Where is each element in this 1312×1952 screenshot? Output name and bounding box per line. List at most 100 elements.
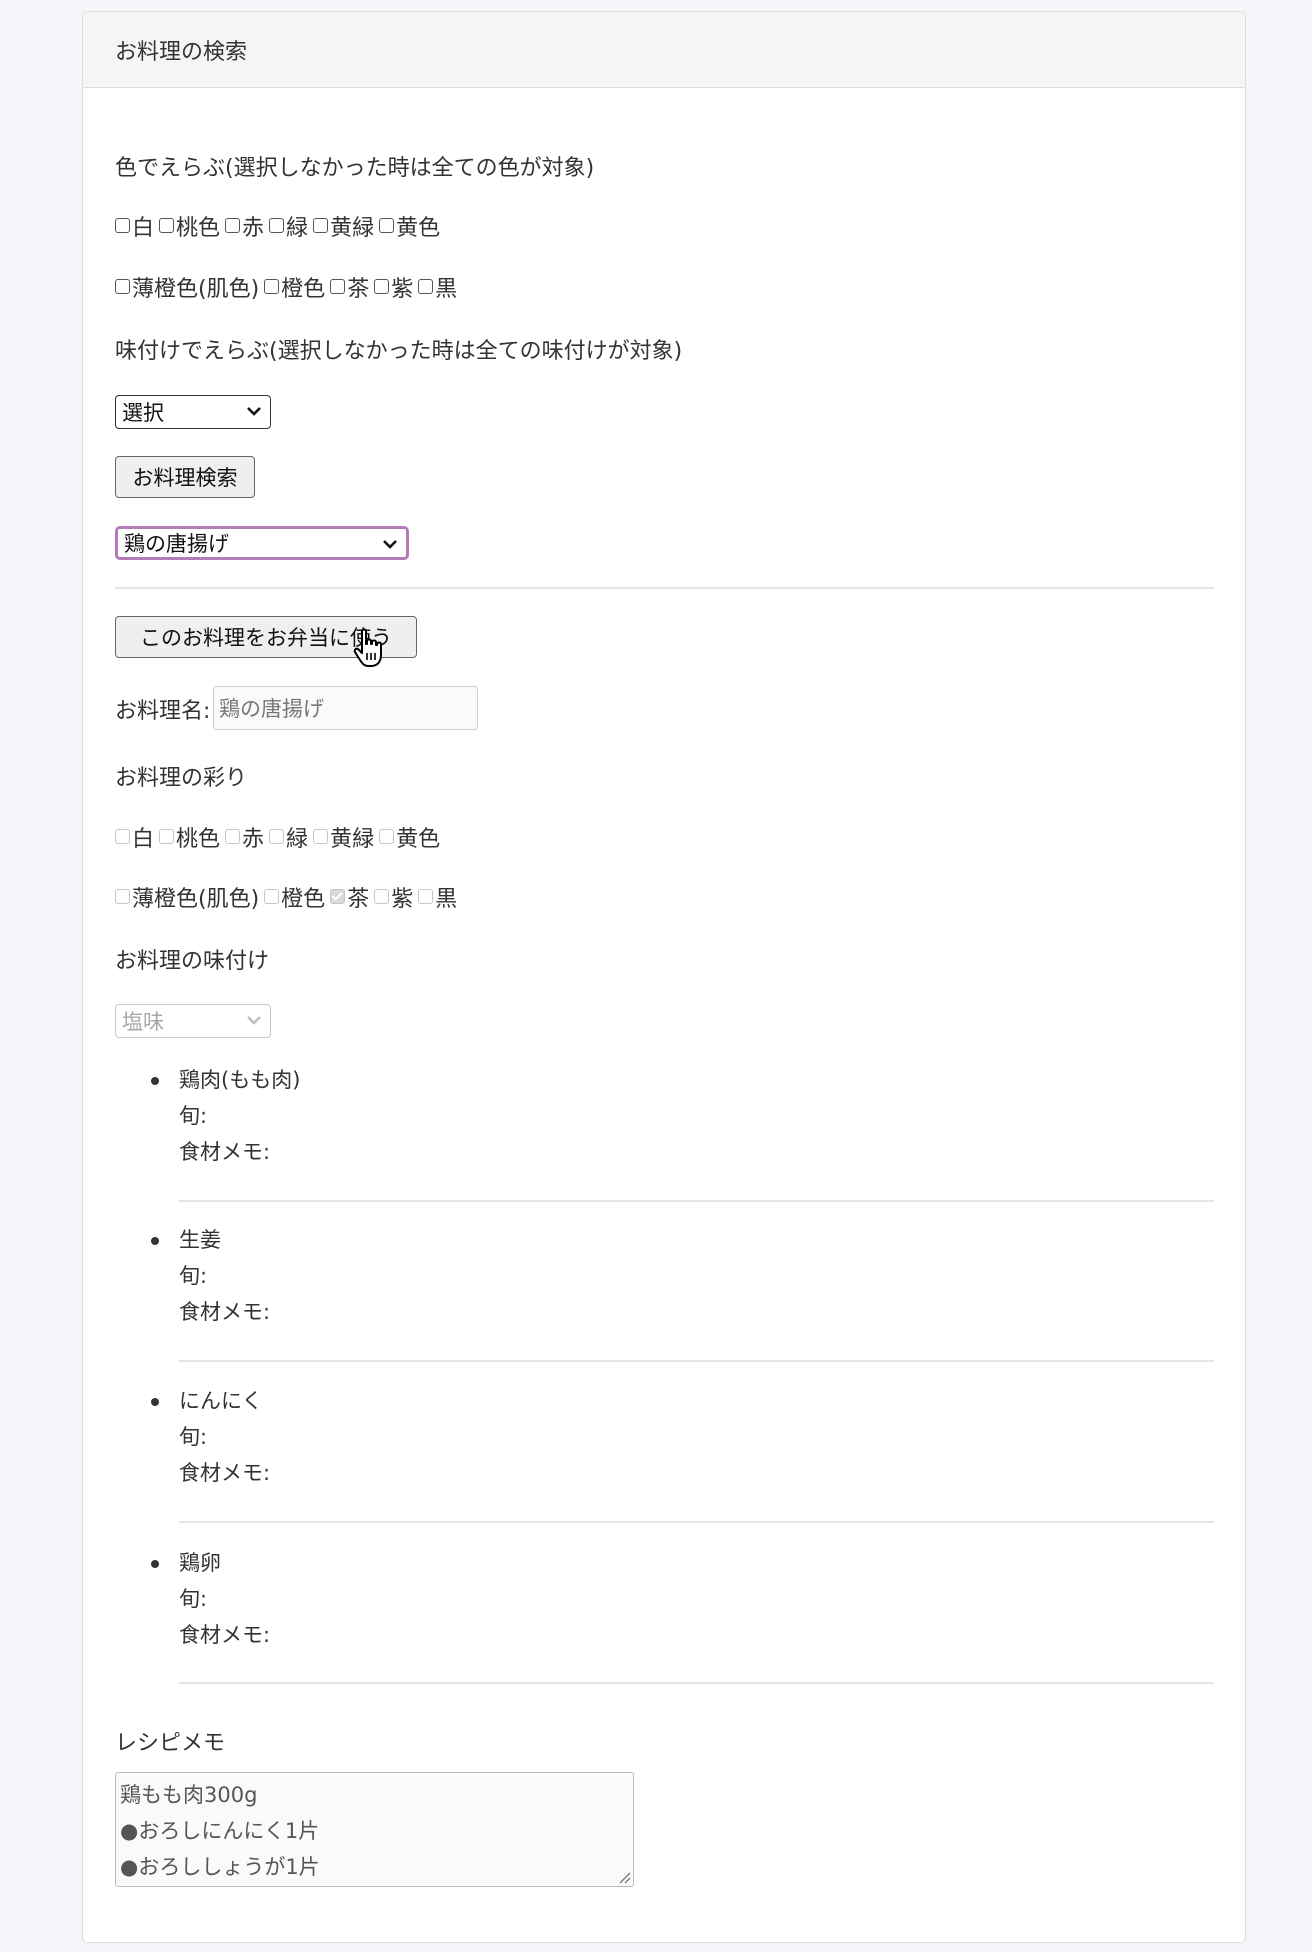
ingredient-season: 旬: bbox=[179, 1264, 208, 1288]
dish-search-card: お料理の検索 色でえらぶ(選択しなかった時は全ての色が対象) 白 桃色 赤 緑 … bbox=[82, 11, 1246, 1943]
dish-color-checkbox-red bbox=[225, 828, 241, 844]
recipe-line: ●おろししょうが1片 bbox=[120, 1855, 320, 1879]
dish-color-row-2: 薄橙色(肌色) 橙色 茶 紫 黒 bbox=[115, 881, 462, 913]
list-bullet bbox=[151, 1560, 159, 1568]
dish-color-checkbox-green bbox=[269, 828, 285, 844]
ingredient-item: 生姜 旬: 食材メモ: bbox=[179, 1222, 270, 1330]
card-header: お料理の検索 bbox=[83, 12, 1245, 88]
hand-pointer-cursor-icon bbox=[353, 628, 382, 667]
color-checkbox-orange[interactable] bbox=[264, 278, 280, 294]
divider bbox=[179, 1360, 1214, 1362]
dish-color-checkbox-pink bbox=[159, 828, 175, 844]
color-checkbox-green[interactable] bbox=[269, 217, 285, 233]
divider bbox=[179, 1521, 1214, 1523]
color-label: 赤 bbox=[242, 827, 265, 852]
dish-color-checkbox-skin bbox=[115, 888, 130, 904]
color-label: 白 bbox=[132, 216, 155, 241]
color-filter-row-1: 白 桃色 赤 緑 黄緑 黄色 bbox=[115, 210, 445, 242]
ingredient-name: にんにく bbox=[179, 1389, 263, 1413]
dish-color-checkbox-white bbox=[115, 828, 130, 844]
color-label: 紫 bbox=[391, 887, 414, 912]
card-title: お料理の検索 bbox=[115, 39, 248, 65]
color-checkbox-yellow[interactable] bbox=[379, 217, 395, 233]
dish-taste-select: 塩味 bbox=[115, 1004, 271, 1038]
color-checkbox-yellow-green[interactable] bbox=[313, 217, 329, 233]
divider bbox=[179, 1682, 1214, 1684]
taste-filter-select[interactable]: 選択 bbox=[115, 395, 271, 429]
dish-color-checkbox-black bbox=[418, 888, 434, 904]
list-bullet bbox=[151, 1398, 159, 1406]
color-label: 茶 bbox=[347, 277, 370, 302]
recipe-memo-textarea[interactable]: 鶏もも肉300g ●おろしにんにく1片 ●おろししょうが1片 bbox=[115, 1772, 634, 1887]
ingredient-item: 鶏卵 旬: 食材メモ: bbox=[179, 1545, 270, 1653]
taste-filter-heading: 味付けでえらぶ(選択しなかった時は全ての味付けが対象) bbox=[115, 339, 683, 364]
resize-handle-icon[interactable] bbox=[617, 1870, 631, 1884]
dish-color-checkbox-purple bbox=[374, 888, 390, 904]
ingredient-season: 旬: bbox=[179, 1587, 208, 1611]
ingredient-memo: 食材メモ: bbox=[179, 1140, 271, 1164]
chevron-down-icon bbox=[247, 1016, 261, 1025]
dish-color-row-1: 白 桃色 赤 緑 黄緑 黄色 bbox=[115, 821, 445, 853]
dish-search-button[interactable]: お料理検索 bbox=[115, 456, 255, 498]
select-value: 鶏の唐揚げ bbox=[124, 532, 229, 556]
color-checkbox-brown[interactable] bbox=[330, 278, 346, 294]
color-checkbox-skin[interactable] bbox=[115, 278, 130, 294]
color-label: 緑 bbox=[286, 216, 309, 241]
divider bbox=[115, 587, 1214, 589]
color-label: 黒 bbox=[435, 277, 458, 302]
select-value: 選択 bbox=[122, 401, 164, 425]
color-label: 薄橙色(肌色) bbox=[132, 887, 260, 912]
select-value: 塩味 bbox=[122, 1010, 164, 1034]
color-label: 黄色 bbox=[396, 216, 441, 241]
recipe-memo-heading: レシピメモ bbox=[115, 1731, 226, 1756]
color-label: 黄緑 bbox=[330, 827, 375, 852]
dish-name-value: 鶏の唐揚げ bbox=[219, 697, 324, 721]
color-label: 橙色 bbox=[281, 277, 326, 302]
color-label: 黄緑 bbox=[330, 216, 375, 241]
ingredient-name: 鶏卵 bbox=[179, 1551, 221, 1575]
ingredient-name: 鶏肉(もも肉) bbox=[179, 1068, 301, 1092]
color-checkbox-red[interactable] bbox=[225, 217, 241, 233]
list-bullet bbox=[151, 1077, 159, 1085]
list-bullet bbox=[151, 1237, 159, 1245]
dish-color-checkbox-yellow-green bbox=[313, 828, 329, 844]
color-label: 桃色 bbox=[176, 216, 221, 241]
dish-color-checkbox-orange bbox=[264, 888, 280, 904]
dish-select[interactable]: 鶏の唐揚げ bbox=[115, 526, 409, 560]
color-label: 緑 bbox=[286, 827, 309, 852]
ingredient-memo: 食材メモ: bbox=[179, 1623, 271, 1647]
ingredient-season: 旬: bbox=[179, 1104, 208, 1128]
chevron-down-icon bbox=[383, 540, 397, 549]
ingredient-memo: 食材メモ: bbox=[179, 1461, 271, 1485]
color-label: 黄色 bbox=[396, 827, 441, 852]
chevron-down-icon bbox=[247, 407, 261, 416]
color-label: 白 bbox=[132, 827, 155, 852]
color-label: 薄橙色(肌色) bbox=[132, 277, 260, 302]
recipe-line: 鶏もも肉300g bbox=[120, 1783, 258, 1807]
dish-name-field[interactable]: 鶏の唐揚げ bbox=[213, 686, 478, 730]
divider bbox=[179, 1200, 1214, 1202]
color-checkbox-white[interactable] bbox=[115, 217, 130, 233]
color-label: 茶 bbox=[347, 887, 370, 912]
recipe-line: ●おろしにんにく1片 bbox=[120, 1819, 320, 1843]
color-label: 黒 bbox=[435, 887, 458, 912]
color-label: 橙色 bbox=[281, 887, 326, 912]
color-checkbox-black[interactable] bbox=[418, 278, 434, 294]
color-checkbox-purple[interactable] bbox=[374, 278, 390, 294]
color-label: 桃色 bbox=[176, 827, 221, 852]
color-filter-heading: 色でえらぶ(選択しなかった時は全ての色が対象) bbox=[115, 156, 595, 181]
color-filter-row-2: 薄橙色(肌色) 橙色 茶 紫 黒 bbox=[115, 271, 462, 303]
color-label: 紫 bbox=[391, 277, 414, 302]
ingredient-season: 旬: bbox=[179, 1425, 208, 1449]
dish-color-heading: お料理の彩り bbox=[115, 766, 248, 791]
ingredient-name: 生姜 bbox=[179, 1228, 221, 1252]
dish-color-checkbox-brown-checked bbox=[330, 888, 346, 904]
dish-color-checkbox-yellow bbox=[379, 828, 395, 844]
dish-name-label: お料理名: bbox=[115, 699, 211, 724]
color-checkbox-pink[interactable] bbox=[159, 217, 175, 233]
ingredient-item: 鶏肉(もも肉) 旬: 食材メモ: bbox=[179, 1062, 300, 1170]
ingredient-memo: 食材メモ: bbox=[179, 1300, 271, 1324]
color-label: 赤 bbox=[242, 216, 265, 241]
ingredient-item: にんにく 旬: 食材メモ: bbox=[179, 1383, 270, 1491]
dish-taste-heading: お料理の味付け bbox=[115, 949, 270, 974]
